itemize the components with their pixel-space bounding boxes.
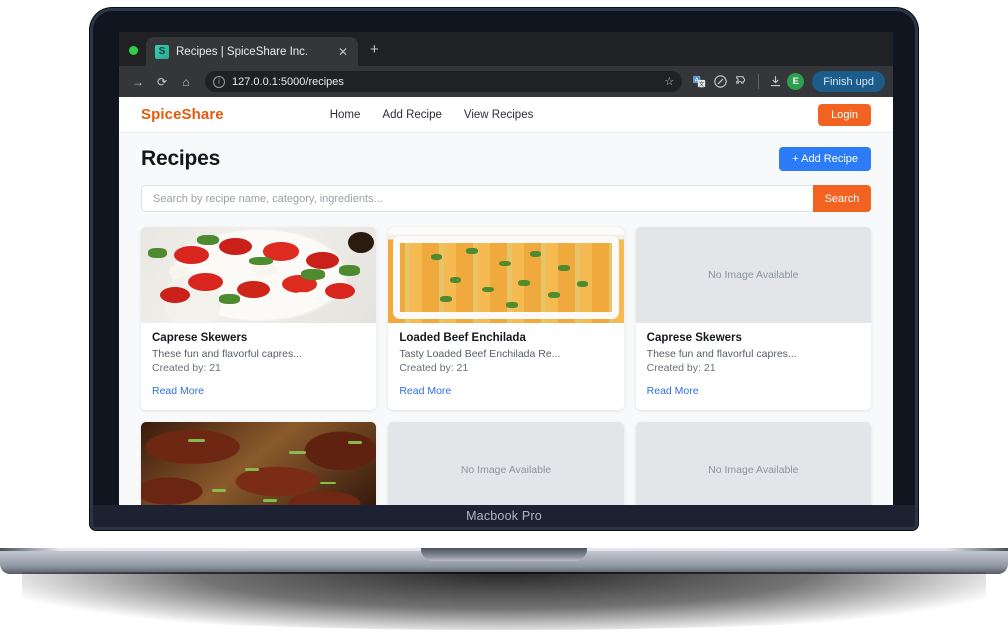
device-label: Macbook Pro bbox=[93, 505, 915, 527]
browser-tab-strip: S Recipes | SpiceShare Inc. ✕ + bbox=[119, 32, 893, 66]
read-more-link[interactable]: Read More bbox=[647, 385, 699, 397]
browser-tab[interactable]: S Recipes | SpiceShare Inc. ✕ bbox=[146, 37, 358, 66]
finish-update-button[interactable]: Finish upd bbox=[812, 71, 885, 92]
recipe-card[interactable]: No Image Available Caprese Skewers bbox=[636, 422, 871, 509]
laptop-base-notch bbox=[421, 548, 587, 561]
shield-icon[interactable] bbox=[711, 72, 730, 91]
recipe-title: Caprese Skewers bbox=[647, 332, 860, 344]
laptop-shadow bbox=[22, 572, 986, 630]
laptop-screen: S Recipes | SpiceShare Inc. ✕ + → ⟳ ⌂ i … bbox=[119, 32, 893, 509]
nav-item-add-recipe[interactable]: Add Recipe bbox=[382, 109, 441, 121]
spiceshare-favicon-icon: S bbox=[155, 45, 169, 59]
recipe-card-body: Caprese Skewers These fun and flavorful … bbox=[636, 323, 871, 410]
forward-icon[interactable]: → bbox=[127, 71, 149, 93]
bookmark-star-icon[interactable]: ☆ bbox=[664, 75, 674, 88]
recipe-image bbox=[141, 227, 376, 323]
address-bar[interactable]: i 127.0.0.1:5000/recipes ☆ bbox=[205, 71, 682, 92]
recipe-description: These fun and flavorful capres... bbox=[152, 348, 365, 360]
translate-icon[interactable]: A文 bbox=[690, 72, 709, 91]
recipe-card[interactable]: Caprese Skewers These fun and flavorful … bbox=[141, 227, 376, 410]
nav-item-view-recipes[interactable]: View Recipes bbox=[464, 109, 533, 121]
search-input[interactable]: Search by recipe name, category, ingredi… bbox=[141, 185, 813, 212]
read-more-link[interactable]: Read More bbox=[152, 385, 204, 397]
recipe-card[interactable]: No Image Available Caprese Skewers These… bbox=[636, 227, 871, 410]
browser-tab-title: Recipes | SpiceShare Inc. bbox=[176, 46, 308, 58]
recipe-image-placeholder: No Image Available bbox=[636, 227, 871, 323]
profile-avatar[interactable]: E bbox=[787, 73, 804, 90]
close-icon[interactable]: ✕ bbox=[335, 45, 351, 59]
recipe-title: Caprese Skewers bbox=[152, 332, 365, 344]
add-recipe-button[interactable]: + Add Recipe bbox=[779, 147, 871, 171]
recipe-image bbox=[141, 422, 376, 509]
search-row: Search by recipe name, category, ingredi… bbox=[119, 181, 893, 212]
nav-item-home[interactable]: Home bbox=[330, 109, 361, 121]
browser-window: S Recipes | SpiceShare Inc. ✕ + → ⟳ ⌂ i … bbox=[119, 32, 893, 509]
laptop-base bbox=[0, 548, 1008, 574]
page-title: Recipes bbox=[141, 147, 220, 171]
extensions-icon[interactable] bbox=[732, 72, 751, 91]
recipe-card-body: Loaded Beef Enchilada Tasty Loaded Beef … bbox=[388, 323, 623, 410]
web-page: SpiceShare Home Add Recipe View Recipes … bbox=[119, 97, 893, 509]
recipe-card-body: Caprese Skewers These fun and flavorful … bbox=[141, 323, 376, 410]
toolbar-divider bbox=[758, 74, 759, 89]
address-bar-url: 127.0.0.1:5000/recipes bbox=[232, 76, 344, 88]
search-button[interactable]: Search bbox=[813, 185, 871, 212]
login-button[interactable]: Login bbox=[818, 104, 871, 126]
recipe-image bbox=[388, 227, 623, 323]
recipe-author: Created by: 21 bbox=[647, 362, 860, 374]
recording-indicator-icon bbox=[129, 46, 138, 55]
reload-icon[interactable]: ⟳ bbox=[151, 71, 173, 93]
recipe-image-placeholder: No Image Available bbox=[636, 422, 871, 509]
read-more-link[interactable]: Read More bbox=[399, 385, 451, 397]
recipe-card[interactable]: No Image Available Caprese Skewers bbox=[388, 422, 623, 509]
recipe-card[interactable]: Loaded Beef Enchilada Tasty Loaded Beef … bbox=[388, 227, 623, 410]
laptop-lid: S Recipes | SpiceShare Inc. ✕ + → ⟳ ⌂ i … bbox=[90, 8, 918, 530]
site-header: SpiceShare Home Add Recipe View Recipes … bbox=[119, 97, 893, 133]
recipe-author: Created by: 21 bbox=[399, 362, 612, 374]
page-title-row: Recipes + Add Recipe bbox=[119, 133, 893, 181]
recipe-description: These fun and flavorful capres... bbox=[647, 348, 860, 360]
svg-text:文: 文 bbox=[699, 80, 705, 88]
laptop-mockup: S Recipes | SpiceShare Inc. ✕ + → ⟳ ⌂ i … bbox=[0, 0, 1008, 635]
site-info-icon[interactable]: i bbox=[213, 76, 225, 88]
new-tab-icon[interactable]: + bbox=[358, 41, 389, 66]
recipe-author: Created by: 21 bbox=[152, 362, 365, 374]
browser-toolbar: → ⟳ ⌂ i 127.0.0.1:5000/recipes ☆ A文 bbox=[119, 66, 893, 97]
recipe-card[interactable]: Honey Soy Wings bbox=[141, 422, 376, 509]
main-navigation: Home Add Recipe View Recipes bbox=[330, 109, 534, 121]
recipe-description: Tasty Loaded Beef Enchilada Re... bbox=[399, 348, 612, 360]
brand-logo[interactable]: SpiceShare bbox=[141, 106, 224, 123]
recipe-image-placeholder: No Image Available bbox=[388, 422, 623, 509]
recipe-grid: Caprese Skewers These fun and flavorful … bbox=[119, 212, 893, 509]
home-icon[interactable]: ⌂ bbox=[175, 71, 197, 93]
recipe-title: Loaded Beef Enchilada bbox=[399, 332, 612, 344]
download-icon[interactable] bbox=[766, 72, 785, 91]
